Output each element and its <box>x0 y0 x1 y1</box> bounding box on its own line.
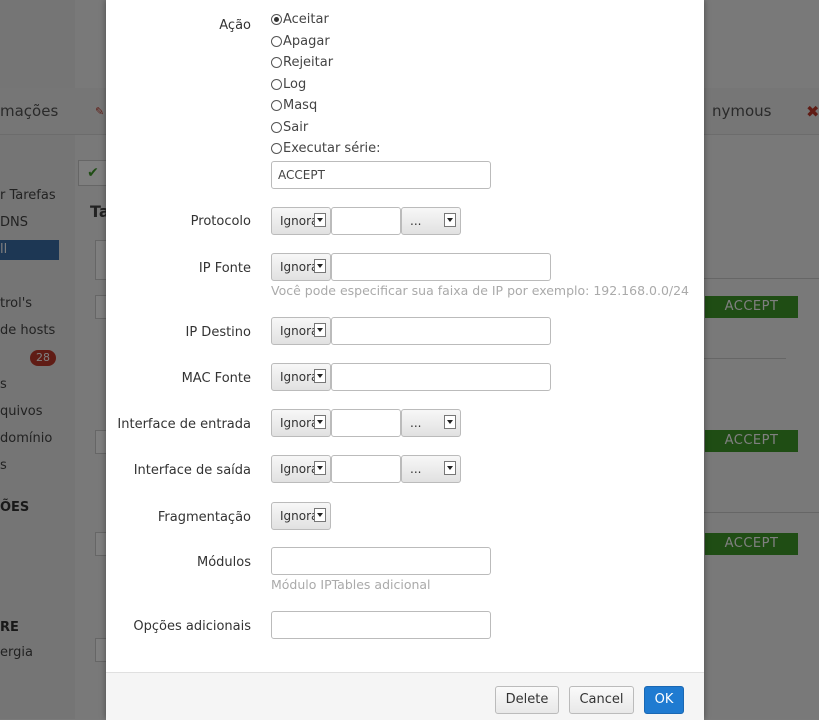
dropdown-arrow-icon <box>314 415 326 429</box>
radio-button[interactable] <box>271 100 282 111</box>
radio-sair[interactable]: Sair <box>271 120 308 140</box>
modulos-hint: Módulo IPTables adicional <box>271 577 431 592</box>
radio-label: Apagar <box>283 34 330 49</box>
rule-edit-dialog: Ação Aceitar Apagar Rejeitar Log Masq Sa… <box>106 0 704 720</box>
interface-entrada-input[interactable] <box>331 409 401 437</box>
dropdown-arrow-icon <box>444 461 456 475</box>
ip-destino-label: IP Destino <box>185 325 252 340</box>
interface-entrada-label: Interface de entrada <box>117 417 251 432</box>
interface-entrada-select[interactable]: ... <box>401 409 461 437</box>
modulos-label: Módulos <box>197 555 251 570</box>
dropdown-arrow-icon <box>314 259 326 273</box>
modulos-input[interactable] <box>271 547 491 575</box>
dropdown-arrow-icon <box>314 323 326 337</box>
radio-executar-serie[interactable]: Executar série: <box>271 141 381 161</box>
ip-destino-mode-select[interactable]: Ignorar <box>271 317 331 345</box>
radio-label: Log <box>283 77 307 92</box>
fragmentacao-label: Fragmentação <box>157 510 251 525</box>
select-value: ... <box>410 462 422 476</box>
dropdown-arrow-icon <box>314 461 326 475</box>
radio-button[interactable] <box>271 143 282 154</box>
radio-apagar[interactable]: Apagar <box>271 34 330 54</box>
radio-button[interactable] <box>271 36 282 47</box>
radio-button[interactable] <box>271 122 282 133</box>
select-value: ... <box>410 416 422 430</box>
radio-aceitar[interactable]: Aceitar <box>271 12 329 32</box>
radio-button[interactable] <box>271 79 282 90</box>
radio-button[interactable] <box>271 57 282 68</box>
dropdown-arrow-icon <box>444 415 456 429</box>
radio-log[interactable]: Log <box>271 77 306 97</box>
ip-destino-input[interactable] <box>331 317 551 345</box>
ok-button[interactable]: OK <box>644 686 684 714</box>
opcoes-adicionais-input[interactable] <box>271 611 491 639</box>
ip-fonte-hint: Você pode especificar sua faixa de IP po… <box>271 283 690 298</box>
interface-saida-select[interactable]: ... <box>401 455 461 483</box>
delete-button[interactable]: Delete <box>495 686 559 714</box>
interface-entrada-mode-select[interactable]: Ignorar <box>271 409 331 437</box>
radio-button[interactable] <box>271 14 282 25</box>
protocolo-select[interactable]: ... <box>401 207 461 235</box>
chain-input[interactable]: ACCEPT <box>271 161 491 189</box>
fragmentacao-select[interactable]: Ignorar <box>271 502 331 530</box>
ip-fonte-label: IP Fonte <box>198 261 251 276</box>
select-value: ... <box>410 214 422 228</box>
interface-saida-input[interactable] <box>331 455 401 483</box>
radio-label: Executar série: <box>283 141 381 156</box>
mac-fonte-mode-select[interactable]: Ignorar <box>271 363 331 391</box>
mac-fonte-label: MAC Fonte <box>181 371 251 386</box>
radio-label: Rejeitar <box>283 55 334 70</box>
acao-label: Ação <box>219 18 251 33</box>
protocolo-label: Protocolo <box>190 214 251 229</box>
dropdown-arrow-icon <box>314 369 326 383</box>
radio-label: Aceitar <box>283 12 329 27</box>
dropdown-arrow-icon <box>314 213 326 227</box>
interface-saida-mode-select[interactable]: Ignorar <box>271 455 331 483</box>
dropdown-arrow-icon <box>444 213 456 227</box>
radio-rejeitar[interactable]: Rejeitar <box>271 55 333 75</box>
dropdown-arrow-icon <box>314 508 326 522</box>
protocolo-mode-select[interactable]: Ignorar <box>271 207 331 235</box>
radio-label: Masq <box>283 98 318 113</box>
cancel-button[interactable]: Cancel <box>569 686 634 714</box>
radio-label: Sair <box>283 120 309 135</box>
opcoes-adicionais-label: Opções adicionais <box>133 619 251 634</box>
mac-fonte-input[interactable] <box>331 363 551 391</box>
radio-masq[interactable]: Masq <box>271 98 317 118</box>
interface-saida-label: Interface de saída <box>133 463 251 478</box>
ip-fonte-input[interactable] <box>331 253 551 281</box>
protocolo-input[interactable] <box>331 207 401 235</box>
ip-fonte-mode-select[interactable]: Ignorar <box>271 253 331 281</box>
